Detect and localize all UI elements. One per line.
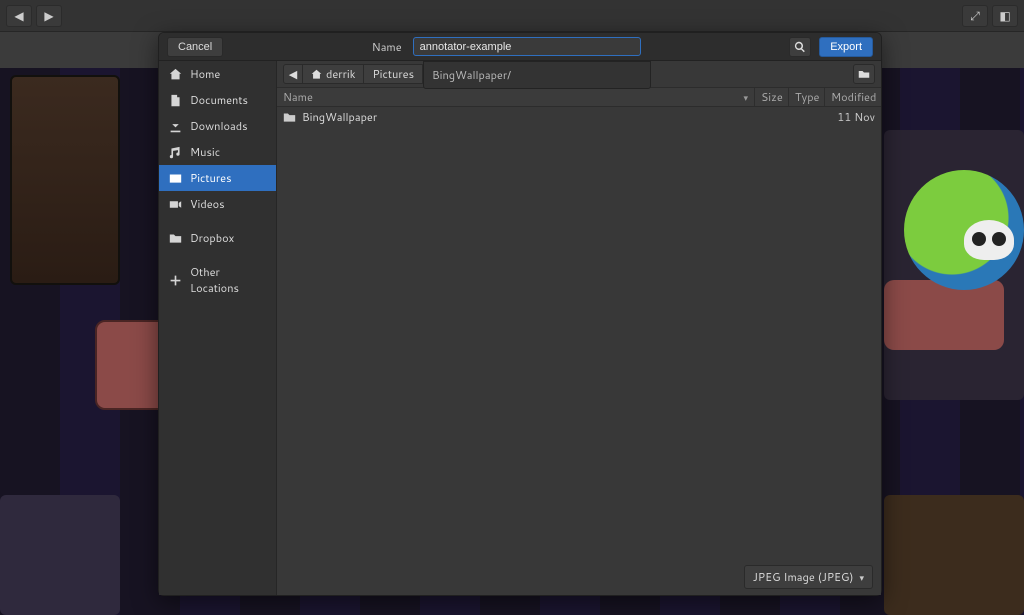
- sidebar-item-pictures[interactable]: Pictures: [159, 165, 276, 191]
- bg-decoration: [10, 75, 120, 285]
- chevron-right-icon: ▶: [44, 7, 53, 24]
- filename-completion-popover[interactable]: BingWallpaper/: [423, 61, 651, 89]
- bg-decoration: [0, 495, 120, 615]
- search-icon: [794, 41, 806, 53]
- sidebar-item-label: Downloads: [190, 118, 248, 134]
- column-label: Type: [795, 89, 819, 105]
- filename-label: Name: [372, 39, 402, 55]
- dialog-footer: JPEG Image (JPEG) ▾: [744, 565, 873, 589]
- chevron-down-icon: ▾: [859, 571, 864, 584]
- file-list-header: Name ▾ Size Type Modified: [277, 87, 881, 107]
- column-label: Modified: [831, 89, 876, 105]
- toolbar-action-button[interactable]: ◧: [992, 5, 1018, 27]
- breadcrumb-segment-folder[interactable]: Pictures: [364, 64, 423, 84]
- chevron-left-icon: ◀: [289, 66, 297, 82]
- file-name-label: BingWallpaper: [302, 109, 377, 125]
- file-type-cell: [789, 107, 825, 127]
- sidebar-item-documents[interactable]: Documents: [159, 87, 276, 113]
- file-format-label: JPEG Image (JPEG): [753, 569, 854, 585]
- sidebar-item-downloads[interactable]: Downloads: [159, 113, 276, 139]
- sidebar-item-other-locations[interactable]: Other Locations: [159, 259, 276, 301]
- column-header-name[interactable]: Name ▾: [277, 88, 755, 106]
- file-name-cell: BingWallpaper: [277, 107, 755, 127]
- sidebar-item-label: Other Locations: [190, 264, 266, 296]
- column-label: Name: [283, 89, 313, 105]
- toolbar-forward-button[interactable]: ▶: [36, 5, 62, 27]
- music-icon: [169, 146, 182, 159]
- sidebar-item-music[interactable]: Music: [159, 139, 276, 165]
- sidebar-item-dropbox[interactable]: Dropbox: [159, 225, 276, 251]
- places-sidebar: Home Documents Downloads Music Pictures …: [159, 61, 277, 595]
- export-button[interactable]: Export: [819, 37, 873, 57]
- sidebar-item-label: Home: [190, 66, 220, 82]
- sort-indicator-icon: ▾: [743, 91, 748, 104]
- videos-icon: [169, 198, 182, 211]
- file-size-cell: [755, 107, 789, 127]
- sidebar-item-videos[interactable]: Videos: [159, 191, 276, 217]
- column-header-modified[interactable]: Modified: [825, 88, 881, 106]
- file-list[interactable]: BingWallpaper 11 Nov: [277, 107, 881, 595]
- bg-decoration: [884, 280, 1004, 350]
- breadcrumb-segment-home[interactable]: derrik: [303, 64, 364, 84]
- breadcrumb-label: derrik: [326, 66, 355, 82]
- breadcrumb-label: Pictures: [372, 66, 414, 82]
- column-header-size[interactable]: Size: [755, 88, 789, 106]
- folder-icon: [283, 111, 296, 124]
- file-browser-panel: ◀ derrik Pictures ▶ Name: [277, 61, 881, 595]
- file-modified-cell: 11 Nov: [825, 107, 881, 127]
- chevron-left-icon: ◀: [14, 7, 23, 24]
- filename-input[interactable]: [413, 37, 641, 56]
- new-folder-button[interactable]: [853, 64, 875, 84]
- search-button[interactable]: [789, 37, 811, 57]
- sidebar-item-label: Videos: [190, 196, 225, 212]
- export-dialog: Cancel Name Export BingWallpaper/ Home D…: [158, 32, 882, 596]
- sidebar-item-label: Documents: [190, 92, 248, 108]
- sidebar-item-label: Pictures: [190, 170, 232, 186]
- dialog-header: Cancel Name Export: [159, 33, 881, 61]
- column-label: Size: [761, 89, 783, 105]
- home-icon: [169, 68, 182, 81]
- cancel-button[interactable]: Cancel: [167, 37, 223, 57]
- folder-icon: [169, 232, 182, 245]
- completion-item-label: BingWallpaper/: [432, 67, 511, 83]
- column-header-type[interactable]: Type: [789, 88, 825, 106]
- breadcrumb-back-button[interactable]: ◀: [283, 64, 303, 84]
- plus-icon: [169, 274, 182, 287]
- pictures-icon: [169, 172, 182, 185]
- toolbar-back-button[interactable]: ◀: [6, 5, 32, 27]
- file-format-selector[interactable]: JPEG Image (JPEG) ▾: [744, 565, 873, 589]
- download-icon: [169, 120, 182, 133]
- action-icon: ⤢: [970, 7, 980, 24]
- sidebar-item-label: Music: [190, 144, 220, 160]
- bg-decoration: [964, 220, 1014, 260]
- file-row[interactable]: BingWallpaper 11 Nov: [277, 107, 881, 127]
- sidebar-item-home[interactable]: Home: [159, 61, 276, 87]
- main-toolbar: ◀ ▶ ⤢ ◧: [0, 0, 1024, 32]
- document-icon: [169, 94, 182, 107]
- bg-decoration: [884, 495, 1024, 615]
- toolbar-action-button[interactable]: ⤢: [962, 5, 988, 27]
- home-icon: [311, 69, 322, 80]
- action-icon: ◧: [999, 7, 1010, 24]
- sidebar-item-label: Dropbox: [190, 230, 234, 246]
- new-folder-icon: [858, 68, 870, 80]
